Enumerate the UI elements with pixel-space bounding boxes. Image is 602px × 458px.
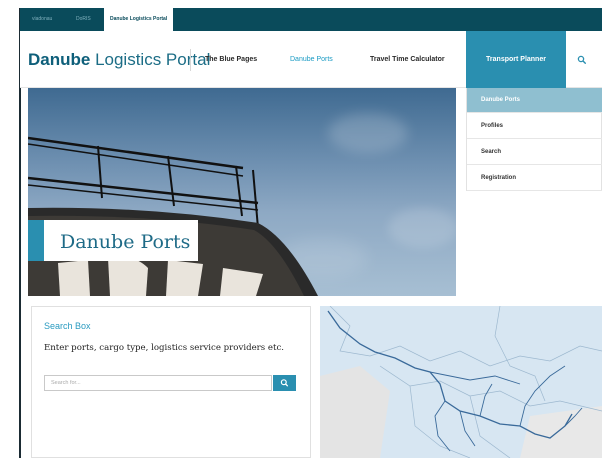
transport-planner-dropdown: Danube Ports Profiles Search Registratio… bbox=[466, 88, 602, 191]
hero-image bbox=[28, 88, 456, 296]
search-icon[interactable] bbox=[576, 54, 588, 66]
danube-map[interactable] bbox=[320, 306, 602, 458]
search-box-panel: Search Box Enter ports, cargo type, logi… bbox=[31, 306, 311, 458]
nav-travel-time-calculator[interactable]: Travel Time Calculator bbox=[370, 31, 445, 88]
page-title: Danube Ports bbox=[60, 231, 191, 253]
tab-viadonau[interactable]: viadonau bbox=[26, 8, 58, 31]
nav-danube-ports[interactable]: Danube Ports bbox=[290, 31, 333, 88]
nav-blue-pages[interactable]: The Blue Pages bbox=[205, 31, 257, 88]
site-switcher-bar: viadonau DoRIS Danube Logistics Portal bbox=[20, 8, 602, 31]
map-illustration bbox=[320, 306, 602, 458]
nav-transport-planner[interactable]: Transport Planner bbox=[466, 31, 566, 88]
search-icon bbox=[280, 379, 289, 387]
ship-hull-illustration bbox=[28, 136, 318, 296]
site-header: Danube Logistics Portal The Blue Pages D… bbox=[20, 31, 602, 88]
dropdown-item-profiles[interactable]: Profiles bbox=[467, 114, 602, 139]
tab-danube-logistics-portal[interactable]: Danube Logistics Portal bbox=[104, 8, 174, 31]
search-input[interactable] bbox=[44, 375, 272, 391]
dropdown-item-registration[interactable]: Registration bbox=[467, 166, 602, 191]
brand-divider bbox=[190, 49, 191, 71]
tab-doris[interactable]: DoRIS bbox=[70, 8, 97, 31]
brand-rest: Logistics Portal bbox=[90, 50, 211, 69]
dropdown-item-search[interactable]: Search bbox=[467, 140, 602, 165]
site-logo[interactable]: Danube Logistics Portal bbox=[28, 50, 210, 70]
search-box-description: Enter ports, cargo type, logistics servi… bbox=[44, 343, 284, 353]
search-box-title: Search Box bbox=[44, 321, 91, 331]
dropdown-item-danube-ports[interactable]: Danube Ports bbox=[467, 88, 602, 113]
search-submit-button[interactable] bbox=[273, 375, 296, 391]
brand-bold: Danube bbox=[28, 50, 91, 69]
